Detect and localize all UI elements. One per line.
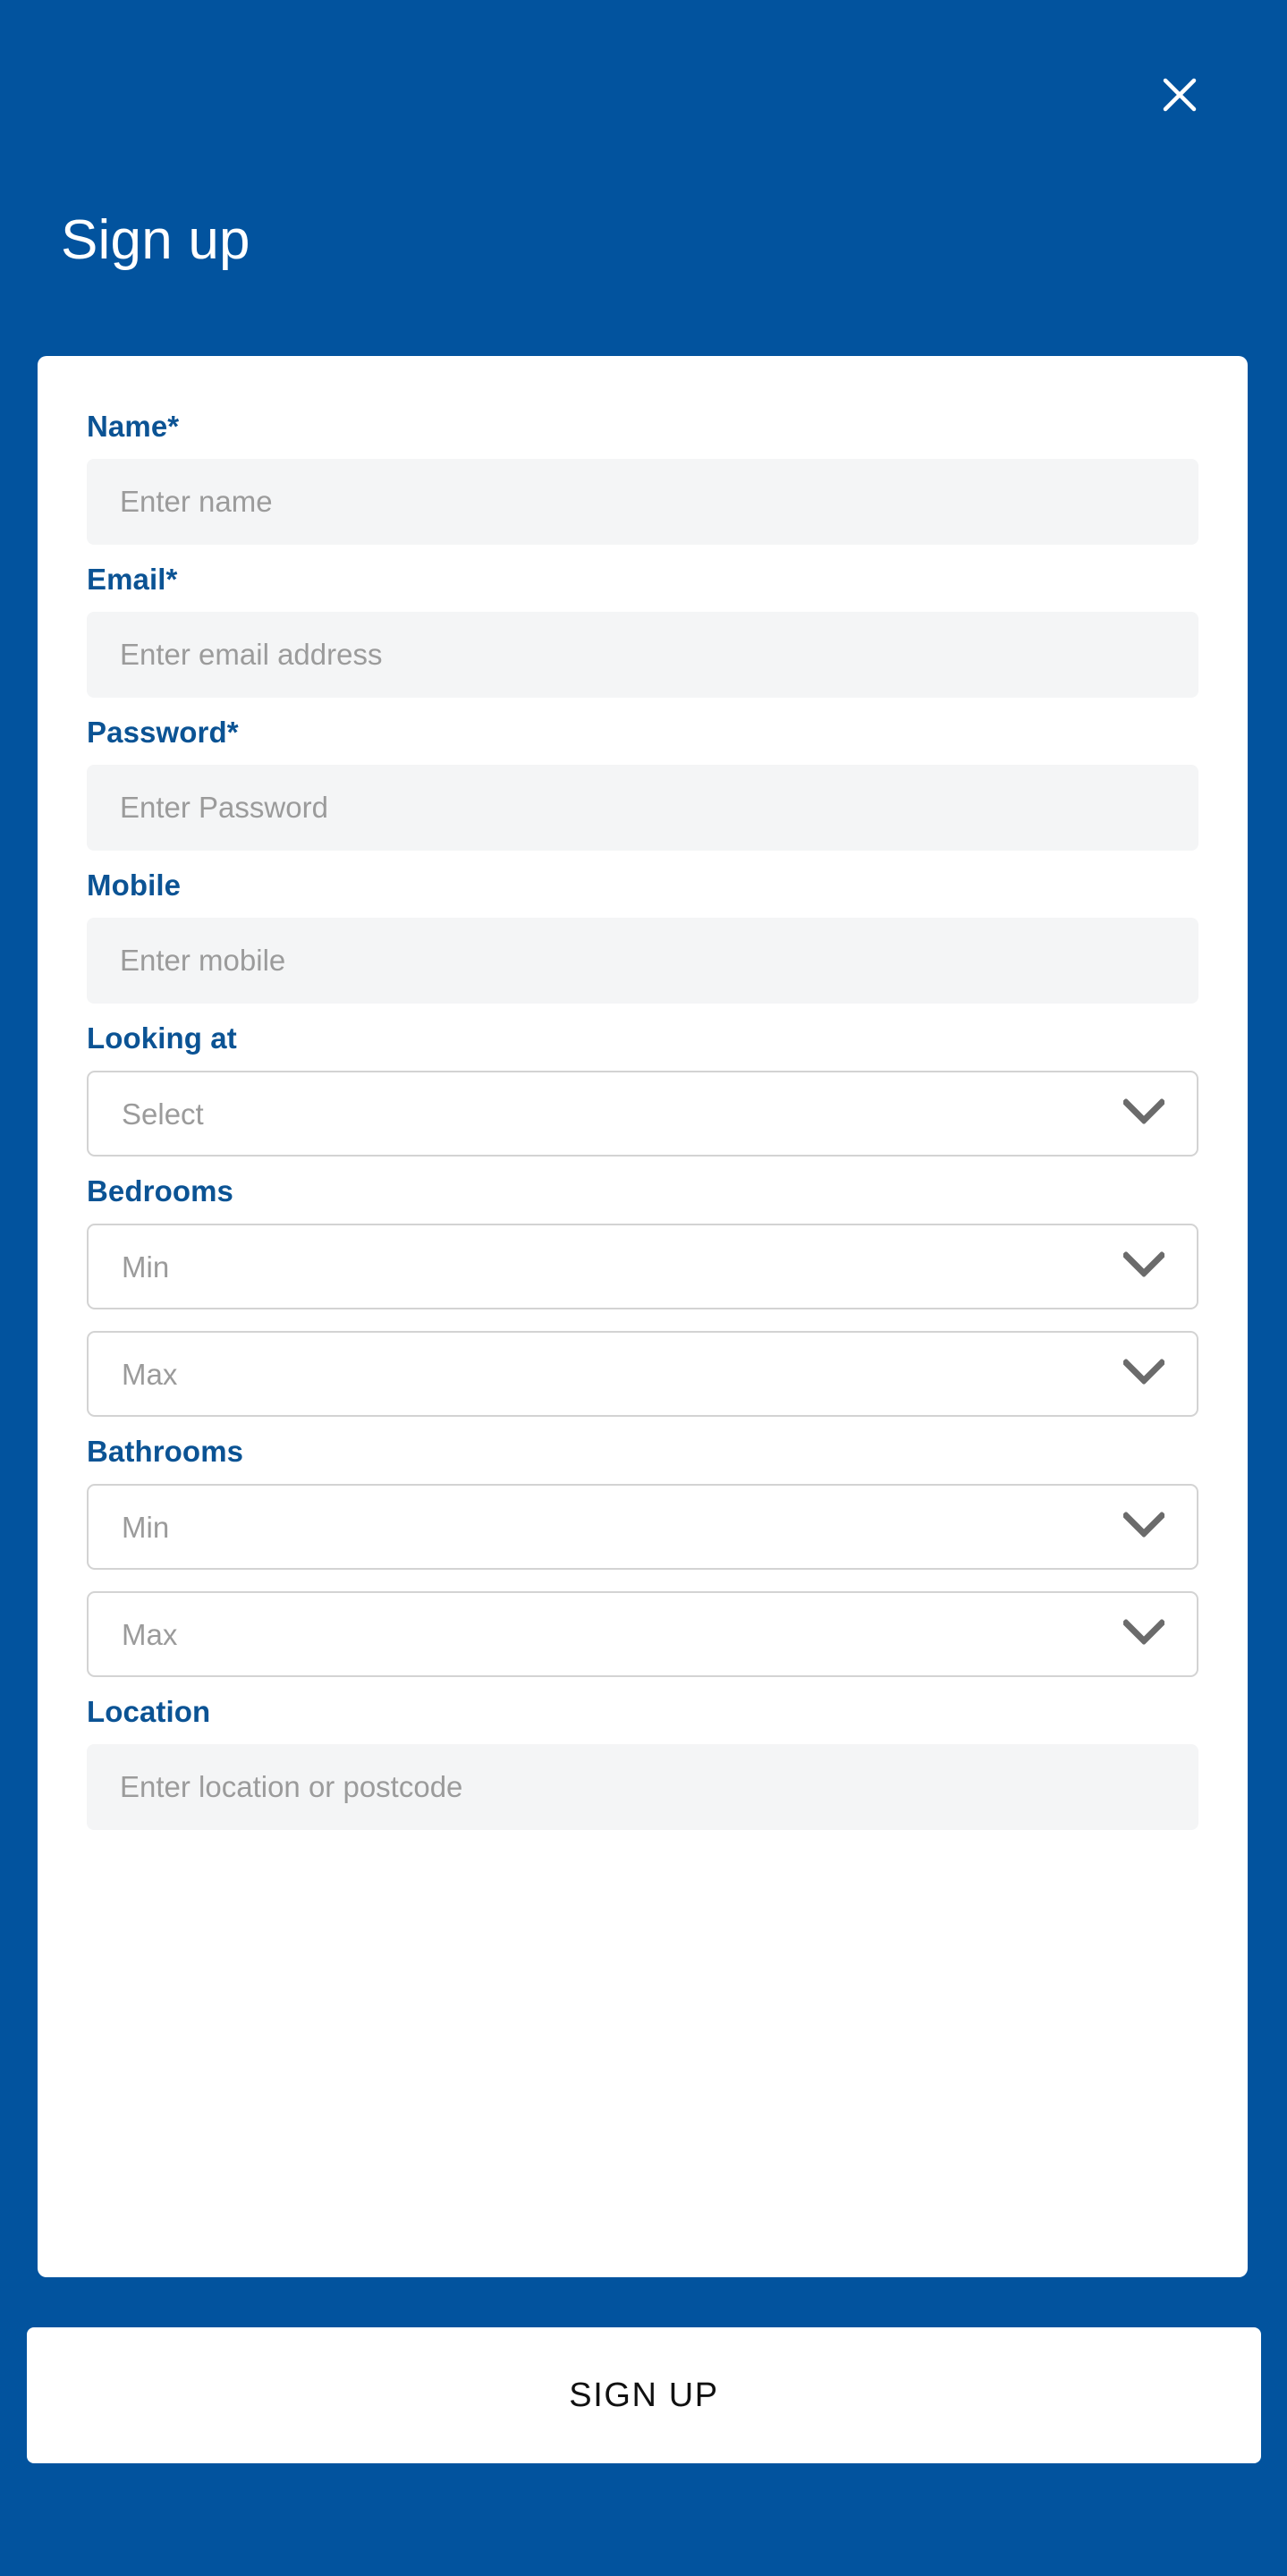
close-button[interactable] [1137, 52, 1223, 138]
signup-submit-button[interactable]: SIGN UP [27, 2327, 1261, 2463]
looking-at-value: Select [122, 1097, 204, 1131]
field-looking-at: Looking at Select [87, 1023, 1198, 1157]
mobile-input[interactable] [87, 918, 1198, 1004]
bedrooms-min-value: Min [122, 1250, 170, 1284]
field-location: Location [87, 1697, 1198, 1830]
name-input[interactable] [87, 459, 1198, 545]
modal-header: Sign up [0, 0, 1287, 356]
label-bathrooms: Bathrooms [87, 1435, 244, 1468]
location-input[interactable] [87, 1744, 1198, 1830]
field-bathrooms: Bathrooms Min Max [87, 1436, 1198, 1677]
bedrooms-min-select[interactable]: Min [87, 1224, 1198, 1309]
bedrooms-max-value: Max [122, 1357, 178, 1391]
page-title: Sign up [61, 209, 250, 271]
bathrooms-max-value: Max [122, 1617, 178, 1651]
label-password: Password* [87, 716, 239, 749]
close-icon [1158, 73, 1201, 116]
bedrooms-max-select[interactable]: Max [87, 1331, 1198, 1417]
field-email: Email* [87, 564, 1198, 698]
label-mobile: Mobile [87, 869, 182, 902]
bathrooms-min-select[interactable]: Min [87, 1484, 1198, 1570]
chevron-down-icon [1122, 1511, 1166, 1542]
bathrooms-max-select[interactable]: Max [87, 1591, 1198, 1677]
field-password: Password* [87, 717, 1198, 851]
field-bedrooms: Bedrooms Min Max [87, 1176, 1198, 1417]
label-bedrooms: Bedrooms [87, 1174, 233, 1208]
label-email: Email* [87, 563, 178, 596]
field-mobile: Mobile [87, 870, 1198, 1004]
field-name: Name* [87, 411, 1198, 545]
email-input[interactable] [87, 612, 1198, 698]
label-location: Location [87, 1695, 211, 1728]
chevron-down-icon [1122, 1097, 1166, 1129]
bathrooms-min-value: Min [122, 1510, 170, 1544]
chevron-down-icon [1122, 1618, 1166, 1649]
label-name: Name* [87, 410, 180, 443]
signup-form-card: Name* Email* Password* Mobile Looking at… [38, 356, 1248, 2277]
chevron-down-icon [1122, 1358, 1166, 1389]
chevron-down-icon [1122, 1250, 1166, 1282]
looking-at-select[interactable]: Select [87, 1071, 1198, 1157]
label-looking-at: Looking at [87, 1021, 237, 1055]
password-input[interactable] [87, 765, 1198, 851]
